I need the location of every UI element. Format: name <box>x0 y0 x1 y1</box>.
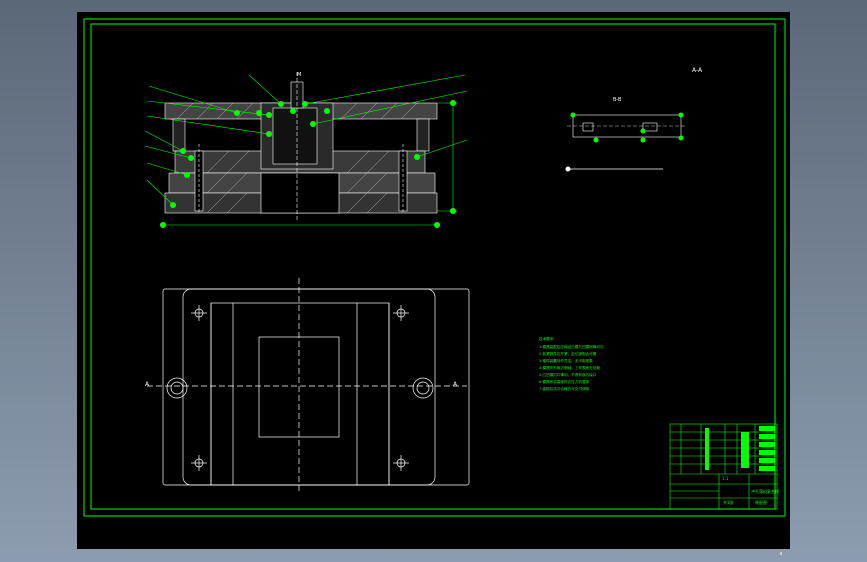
section-top-label: M <box>297 72 301 78</box>
cad-drawing-canvas[interactable]: M A-A B-B A A 技术要求 1.模具装配后应保证凸模与凹模间隙均匀 2… <box>77 12 790 555</box>
tech-note-line: 2.各紧固件应拧紧，定位销配合可靠 <box>539 351 597 356</box>
svg-text:装配图: 装配图 <box>755 499 767 505</box>
drawing-border <box>83 18 786 517</box>
tech-note-line: 4.模具外形棱边倒钝，工作表面无划痕 <box>539 365 600 370</box>
tech-note-line: 3.推件装置动作灵活，无卡阻现象 <box>539 358 593 363</box>
svg-text:B-B: B-B <box>613 97 622 103</box>
svg-text:冲孔落料复合模: 冲孔落料复合模 <box>751 488 779 494</box>
svg-text:A: A <box>453 381 458 388</box>
svg-text:共1张: 共1张 <box>723 499 734 505</box>
section-view <box>164 72 438 222</box>
svg-text:A-A: A-A <box>692 67 703 74</box>
tech-note-line: 7.装配后试冲合格方可交付使用 <box>539 386 590 391</box>
tech-note-line: 6.模具闭合高度符合压力机要求 <box>539 379 590 384</box>
detail-view: A-A B-B <box>565 67 703 172</box>
drawing-svg: M A-A B-B A A 技术要求 1.模具装配后应保证凸模与凹模间隙均匀 2… <box>83 18 786 517</box>
svg-text:A: A <box>145 381 150 388</box>
tech-note-line: 1.模具装配后应保证凸模与凹模间隙均匀 <box>539 344 604 349</box>
tech-notes-header: 技术要求 <box>539 336 554 341</box>
plan-view <box>147 278 470 494</box>
technical-notes: 技术要求 1.模具装配后应保证凸模与凹模间隙均匀 2.各紧固件应拧紧，定位销配合… <box>539 336 604 391</box>
svg-text:1:1: 1:1 <box>722 476 729 481</box>
tech-note-line: 5.凸凹模刃口锋利，不得有崩刃缺口 <box>539 372 597 377</box>
page-marker <box>780 552 782 555</box>
